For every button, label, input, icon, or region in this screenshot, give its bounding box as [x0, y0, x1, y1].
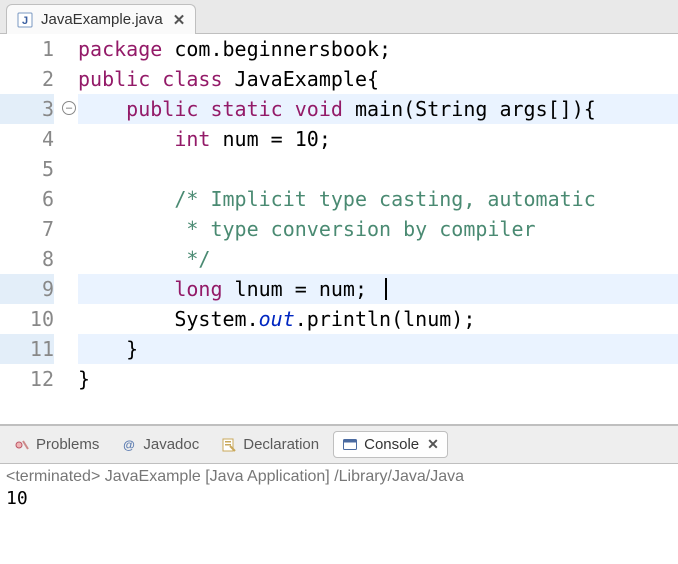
- fold-column: –: [62, 34, 78, 424]
- line-number: 11: [20, 334, 54, 364]
- code-line[interactable]: public static void main(String args[]){: [78, 94, 678, 124]
- marker-cell: [0, 34, 20, 64]
- line-number: 1: [20, 34, 54, 64]
- token: package: [78, 37, 174, 61]
- token: [78, 127, 174, 151]
- token: lnum = num;: [235, 277, 380, 301]
- code-line[interactable]: [78, 154, 678, 184]
- declaration-icon: [221, 437, 237, 453]
- marker-column: [0, 34, 20, 424]
- marker-cell: [0, 334, 20, 364]
- text-cursor: [385, 278, 387, 300]
- fold-toggle-icon[interactable]: –: [62, 101, 76, 115]
- close-icon[interactable]: ✕: [427, 436, 439, 453]
- marker-cell: [0, 124, 20, 154]
- marker-cell: [0, 244, 20, 274]
- token: long: [174, 277, 234, 301]
- close-icon[interactable]: ✕: [173, 11, 186, 29]
- token: System.: [78, 307, 259, 331]
- code-line[interactable]: System.out.println(lnum);: [78, 304, 678, 334]
- line-number: 5: [20, 154, 54, 184]
- code-content[interactable]: package com.beginnersbook;public class J…: [78, 34, 678, 424]
- tab-declaration[interactable]: Declaration: [213, 432, 327, 457]
- tab-problems[interactable]: Problems: [6, 432, 107, 457]
- token: out: [259, 307, 295, 331]
- line-number: 6: [20, 184, 54, 214]
- token: }: [78, 367, 90, 391]
- marker-cell: [0, 274, 20, 304]
- console-status: <terminated> JavaExample [Java Applicati…: [6, 468, 672, 486]
- token: [78, 277, 174, 301]
- tab-declaration-label: Declaration: [243, 436, 319, 453]
- token: public class: [78, 67, 235, 91]
- svg-text:@: @: [124, 438, 136, 452]
- token: .println(lnum);: [295, 307, 476, 331]
- editor-tab-javaexample[interactable]: J JavaExample.java ✕: [6, 4, 196, 34]
- editor-tabbar: J JavaExample.java ✕: [0, 0, 678, 34]
- code-line[interactable]: int num = 10;: [78, 124, 678, 154]
- line-number: 9: [20, 274, 54, 304]
- marker-cell: [0, 214, 20, 244]
- marker-cell: [0, 154, 20, 184]
- token: [78, 217, 174, 241]
- code-line[interactable]: public class JavaExample{: [78, 64, 678, 94]
- marker-cell: [0, 64, 20, 94]
- marker-cell: [0, 364, 20, 394]
- line-number: 2: [20, 64, 54, 94]
- line-number-gutter: 123456789101112: [20, 34, 62, 424]
- marker-cell: [0, 94, 20, 124]
- bottom-panel: Problems @ Javadoc Declaration Console ✕…: [0, 424, 678, 513]
- token: * type conversion by compiler: [174, 217, 535, 241]
- token: public static void: [126, 97, 355, 121]
- token: [78, 247, 174, 271]
- code-line[interactable]: long lnum = num;: [78, 274, 678, 304]
- token: }: [78, 337, 138, 361]
- code-editor[interactable]: 123456789101112 – package com.beginnersb…: [0, 34, 678, 424]
- line-number: 3: [20, 94, 54, 124]
- token: num = 10;: [223, 127, 331, 151]
- tab-problems-label: Problems: [36, 436, 99, 453]
- marker-cell: [0, 184, 20, 214]
- line-number: 7: [20, 214, 54, 244]
- bottom-panel-tabs: Problems @ Javadoc Declaration Console ✕: [0, 426, 678, 464]
- problems-icon: [14, 437, 30, 453]
- console-icon: [342, 437, 358, 453]
- code-line[interactable]: */: [78, 244, 678, 274]
- code-line[interactable]: }: [78, 364, 678, 394]
- editor-tab-label: JavaExample.java: [41, 11, 163, 28]
- line-number: 10: [20, 304, 54, 334]
- line-number: 12: [20, 364, 54, 394]
- line-number: 4: [20, 124, 54, 154]
- line-number: 8: [20, 244, 54, 274]
- token: [78, 187, 174, 211]
- token: */: [174, 247, 210, 271]
- token: [78, 97, 126, 121]
- token: /* Implicit type casting, automatic: [174, 187, 595, 211]
- java-file-icon: J: [17, 12, 33, 28]
- tab-console[interactable]: Console ✕: [333, 431, 448, 458]
- console-body: <terminated> JavaExample [Java Applicati…: [0, 464, 678, 513]
- javadoc-icon: @: [121, 437, 137, 453]
- code-line[interactable]: }: [78, 334, 678, 364]
- tab-javadoc[interactable]: @ Javadoc: [113, 432, 207, 457]
- token: com.beginnersbook;: [174, 37, 391, 61]
- code-line[interactable]: * type conversion by compiler: [78, 214, 678, 244]
- svg-text:J: J: [22, 15, 28, 27]
- token: main(String args[]){: [355, 97, 596, 121]
- tab-console-label: Console: [364, 436, 419, 453]
- code-line[interactable]: /* Implicit type casting, automatic: [78, 184, 678, 214]
- token: JavaExample{: [235, 67, 380, 91]
- marker-cell: [0, 304, 20, 334]
- tab-javadoc-label: Javadoc: [143, 436, 199, 453]
- console-output: 10: [6, 488, 672, 509]
- token: int: [174, 127, 222, 151]
- code-line[interactable]: package com.beginnersbook;: [78, 34, 678, 64]
